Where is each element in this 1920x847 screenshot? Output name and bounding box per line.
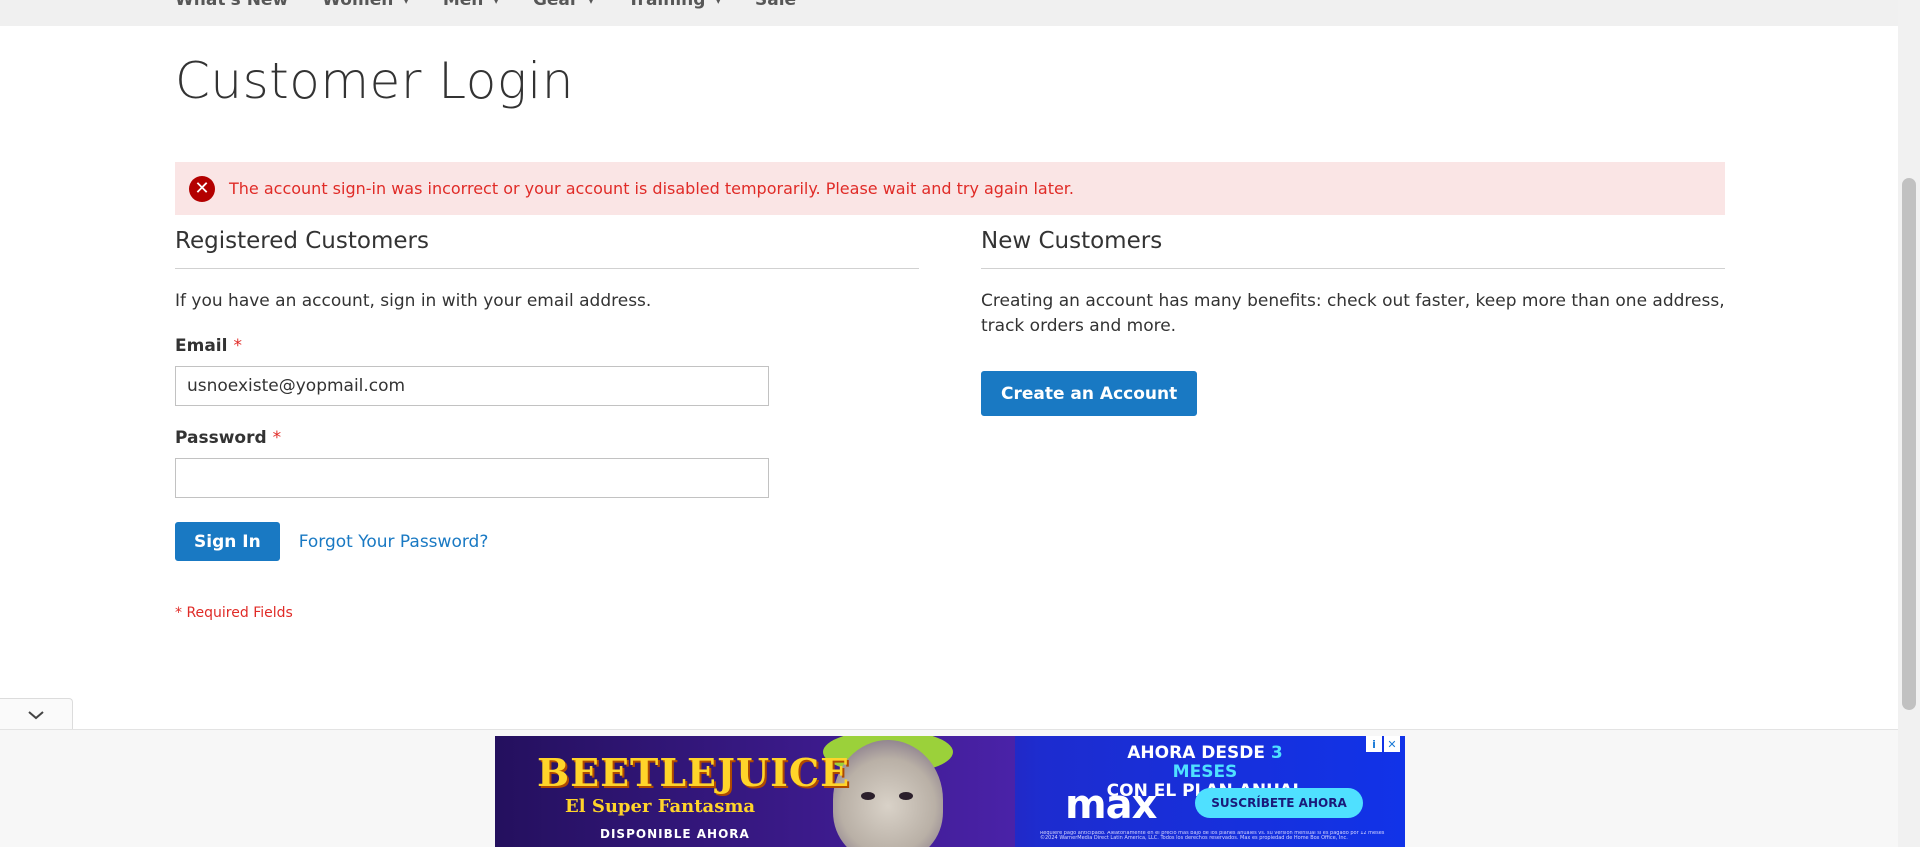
nav-item-training[interactable]: Training ▾ (628, 0, 721, 10)
nav-item-gear[interactable]: Gear ▾ (533, 0, 594, 10)
email-label-text: Email (175, 336, 228, 356)
email-field[interactable]: usnoexiste@yopmail.com (175, 366, 769, 406)
nav-item-sale[interactable]: Sale (755, 0, 796, 10)
forgot-password-link[interactable]: Forgot Your Password? (299, 532, 489, 552)
nav-item-whats-new[interactable]: What's New (175, 0, 288, 10)
scrollbar-thumb[interactable] (1902, 178, 1916, 710)
new-customers-block: New Customers Creating an account has ma… (981, 228, 1725, 416)
ad-character-eye (899, 792, 913, 800)
chevron-down-icon: ▾ (715, 0, 721, 7)
ad-subtitle: El Super Fantasma (565, 796, 756, 817)
ad-subscribe-button[interactable]: SUSCRÍBETE AHORA (1195, 788, 1363, 818)
required-marker: * (272, 428, 282, 448)
page-title: Customer Login (175, 52, 574, 110)
ad-legal-text: Requiere pago anticipado. Aleatoriamente… (1040, 831, 1385, 841)
info-icon[interactable]: i (1366, 736, 1382, 752)
ad-availability: DISPONIBLE AHORA (600, 827, 750, 841)
close-circle-icon: ✕ (189, 175, 215, 202)
registered-customers-title: Registered Customers (175, 228, 919, 269)
ad-brand-logo: max (1065, 782, 1157, 828)
chevron-down-icon (28, 711, 44, 720)
error-message-text: The account sign-in was incorrect or you… (229, 179, 1074, 198)
ad-collapse-toggle[interactable] (0, 698, 73, 731)
nav-menu: What's New Women ▾ Men ▾ Gear ▾ Training… (175, 0, 830, 10)
new-customers-intro: Creating an account has many benefits: c… (981, 291, 1725, 336)
email-field-value: usnoexiste@yopmail.com (187, 376, 406, 396)
top-navigation: What's New Women ▾ Men ▾ Gear ▾ Training… (0, 0, 1898, 26)
nav-item-label: Women (322, 0, 394, 10)
login-actions: Sign In Forgot Your Password? (175, 522, 919, 561)
email-label: Email * (175, 336, 919, 356)
registered-customers-block: Registered Customers If you have an acco… (175, 228, 919, 621)
registered-customers-intro: If you have an account, sign in with you… (175, 291, 652, 311)
ad-character-eye (861, 792, 875, 800)
page-scrollbar[interactable] (1898, 0, 1920, 847)
chevron-down-icon: ▾ (403, 0, 409, 7)
new-customers-title: New Customers (981, 228, 1725, 269)
nav-item-women[interactable]: Women ▾ (322, 0, 409, 10)
required-fields-note: * Required Fields (175, 605, 293, 621)
page-viewport: What's New Women ▾ Men ▾ Gear ▾ Training… (0, 0, 1920, 847)
password-label: Password * (175, 428, 919, 448)
password-label-text: Password (175, 428, 267, 448)
close-icon[interactable]: ✕ (1384, 736, 1400, 752)
nav-item-label: Sale (754, 0, 797, 10)
nav-item-label: Training (627, 0, 706, 10)
ad-headline-line1: AHORA DESDE 3 MESES (1095, 744, 1315, 782)
error-message: ✕ The account sign-in was incorrect or y… (175, 162, 1725, 215)
ad-banner[interactable]: BEETLEJUICE El Super Fantasma DISPONIBLE… (495, 736, 1405, 847)
sign-in-button[interactable]: Sign In (175, 522, 280, 561)
chevron-down-icon: ▾ (588, 0, 594, 7)
nav-item-label: Men (442, 0, 484, 10)
nav-item-label: Gear (532, 0, 579, 10)
password-field[interactable] (175, 458, 769, 498)
required-marker: * (233, 336, 242, 356)
nav-item-men[interactable]: Men ▾ (443, 0, 499, 10)
chevron-down-icon: ▾ (493, 0, 499, 7)
ad-headline-prefix: AHORA DESDE (1127, 743, 1271, 763)
create-account-button[interactable]: Create an Account (981, 371, 1198, 416)
ad-title: BEETLEJUICE (537, 750, 851, 795)
nav-item-label: What's New (175, 0, 289, 10)
